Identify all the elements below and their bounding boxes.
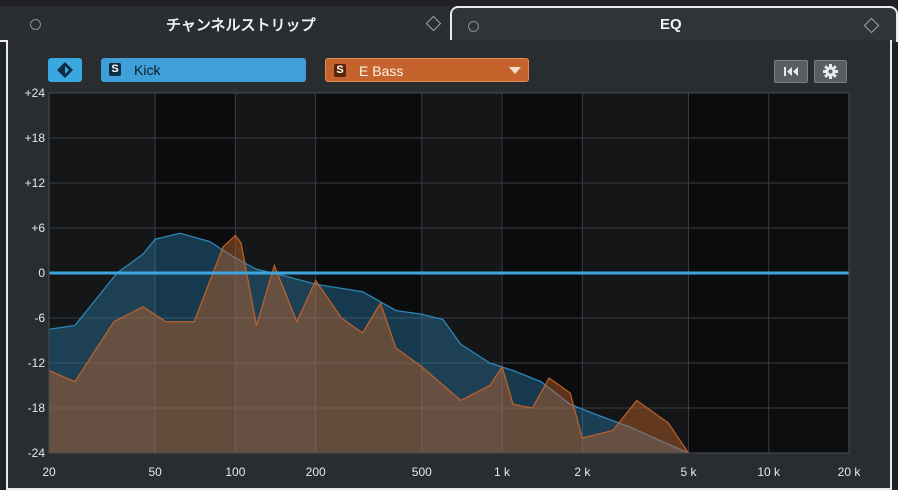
x-tick-label: 50: [148, 465, 162, 479]
y-tick-label: +24: [25, 86, 46, 100]
x-tick-label: 100: [225, 465, 245, 479]
x-tick-label: 5 k: [680, 465, 697, 479]
y-tick-label: -18: [28, 401, 46, 415]
y-tick-label: +12: [25, 176, 46, 190]
x-tick-label: 500: [412, 465, 432, 479]
x-tick-label: 20 k: [838, 465, 862, 479]
y-tick-label: -24: [28, 446, 46, 460]
x-tick-label: 1 k: [494, 465, 511, 479]
x-tick-label: 20: [42, 465, 56, 479]
y-tick-label: -6: [34, 311, 45, 325]
x-tick-label: 10 k: [757, 465, 781, 479]
y-tick-label: +18: [25, 131, 46, 145]
x-tick-label: 200: [306, 465, 326, 479]
spectrum-chart[interactable]: +24 +18 +12 +6 0 -6 -12 -18 -24 20 50 100 200 500 1 k 2…: [0, 0, 898, 490]
y-tick-label: 0: [38, 266, 45, 280]
x-tick-label: 2 k: [574, 465, 591, 479]
y-tick-label: -12: [28, 356, 46, 370]
y-tick-label: +6: [31, 221, 45, 235]
